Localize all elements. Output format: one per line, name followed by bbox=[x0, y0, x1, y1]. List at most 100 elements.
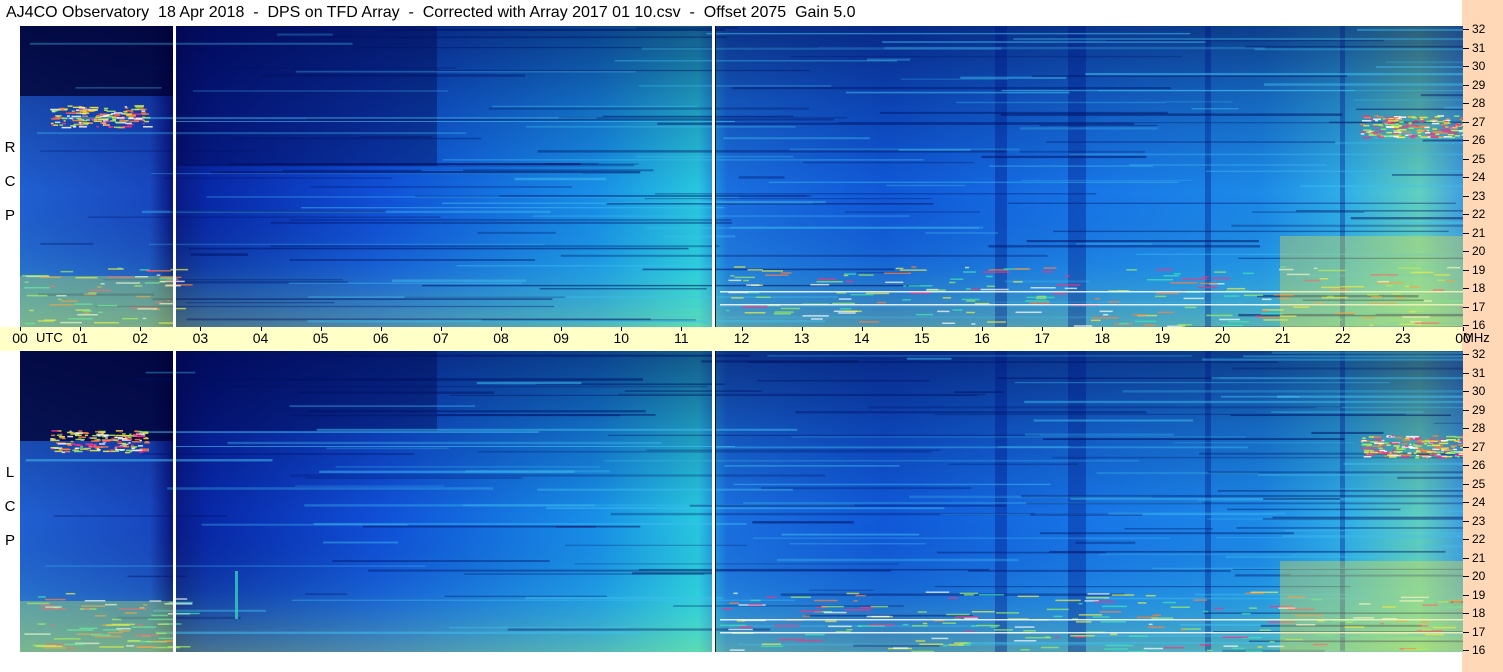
signal-speckle bbox=[1373, 118, 1382, 120]
time-tick-mark bbox=[260, 327, 262, 331]
texture-line bbox=[1281, 535, 1463, 537]
frequency-tick-label: 20 bbox=[1472, 569, 1486, 583]
texture-line bbox=[1024, 400, 1463, 404]
signal-speckle bbox=[1214, 607, 1224, 610]
signal-speckle bbox=[1380, 125, 1385, 128]
frequency-tick-mark bbox=[1463, 47, 1469, 49]
signal-speckle bbox=[982, 271, 1010, 273]
frequency-tick-mark bbox=[1463, 428, 1469, 429]
signal-speckle bbox=[1090, 319, 1101, 322]
signal-speckle bbox=[129, 450, 132, 453]
signal-speckle bbox=[980, 288, 1009, 291]
texture-line bbox=[803, 161, 974, 164]
signal-speckle bbox=[93, 443, 97, 446]
signal-speckle bbox=[1111, 594, 1135, 596]
signal-speckle bbox=[1432, 131, 1442, 133]
signal-speckle bbox=[952, 309, 963, 311]
texture-line bbox=[1026, 240, 1259, 243]
signal-speckle bbox=[1395, 448, 1405, 451]
signal-speckle bbox=[859, 321, 880, 323]
texture-line bbox=[1211, 377, 1463, 380]
signal-speckle bbox=[1388, 117, 1394, 120]
signal-speckle bbox=[1070, 635, 1095, 637]
signal-speckle bbox=[860, 606, 874, 609]
signal-speckle bbox=[1223, 645, 1239, 647]
signal-speckle bbox=[1401, 443, 1408, 445]
texture-line bbox=[1291, 554, 1463, 556]
signal-speckle bbox=[857, 625, 863, 628]
texture-line bbox=[853, 644, 940, 647]
time-tick-label: 10 bbox=[613, 330, 630, 346]
signal-speckle bbox=[97, 449, 101, 451]
time-tick-label: 11 bbox=[674, 330, 689, 346]
texture-line bbox=[845, 91, 1070, 94]
signal-speckle bbox=[1457, 438, 1460, 441]
signal-speckle bbox=[115, 434, 123, 437]
texture-line bbox=[715, 446, 1248, 449]
texture-line bbox=[231, 137, 482, 140]
signal-speckle bbox=[144, 442, 150, 444]
frequency-tick-mark bbox=[1463, 214, 1469, 215]
texture-line bbox=[1033, 419, 1193, 422]
signal-speckle bbox=[1393, 135, 1399, 138]
time-tick-label: 23 bbox=[1395, 330, 1411, 346]
signal-speckle bbox=[1368, 444, 1373, 446]
signal-speckle bbox=[1416, 454, 1420, 457]
signal-speckle bbox=[58, 435, 65, 438]
signal-speckle bbox=[1064, 275, 1071, 277]
signal-speckle bbox=[144, 120, 150, 123]
signal-speckle bbox=[844, 609, 871, 611]
signal-speckle bbox=[142, 122, 145, 125]
texture-line bbox=[1225, 555, 1376, 559]
polarization-letter: L bbox=[5, 464, 15, 481]
time-tick-mark bbox=[440, 327, 442, 331]
time-tick-label: 16 bbox=[974, 330, 990, 346]
texture-line bbox=[1425, 532, 1463, 535]
signal-speckle bbox=[122, 443, 129, 446]
signal-speckle bbox=[1446, 118, 1450, 120]
signal-speckle bbox=[1151, 617, 1174, 619]
signal-speckle bbox=[72, 106, 82, 109]
signal-speckle bbox=[750, 599, 761, 602]
signal-speckle bbox=[1440, 439, 1449, 442]
texture-line bbox=[45, 565, 426, 567]
texture-line bbox=[306, 118, 834, 121]
signal-speckle bbox=[139, 108, 147, 111]
signal-speckle bbox=[1405, 435, 1413, 438]
signal-speckle bbox=[958, 642, 971, 644]
signal-speckle bbox=[1391, 435, 1395, 437]
signal-speckle bbox=[790, 596, 811, 598]
signal-speckle bbox=[1450, 451, 1458, 453]
signal-speckle bbox=[1409, 447, 1419, 449]
signal-speckle bbox=[1389, 442, 1400, 445]
time-tick-mark bbox=[1342, 327, 1344, 331]
signal-speckle bbox=[1439, 442, 1449, 445]
signal-speckle bbox=[134, 105, 145, 107]
warm-region bbox=[1280, 561, 1463, 652]
signal-speckle bbox=[1110, 633, 1118, 636]
signal-speckle bbox=[832, 302, 855, 305]
frequency-tick-label: 19 bbox=[1472, 262, 1486, 277]
texture-line bbox=[270, 221, 732, 225]
signal-speckle bbox=[130, 111, 134, 113]
frequency-tick-label: 27 bbox=[1472, 114, 1486, 129]
texture-line bbox=[1230, 414, 1451, 417]
signal-speckle bbox=[1461, 134, 1463, 136]
signal-speckle bbox=[1126, 269, 1137, 271]
signal-speckle bbox=[86, 449, 90, 452]
frequency-tick-label: 20 bbox=[1472, 244, 1486, 258]
signal-speckle bbox=[1447, 133, 1454, 136]
texture-line bbox=[1420, 94, 1463, 97]
texture-line bbox=[53, 515, 227, 517]
signal-speckle bbox=[93, 118, 98, 120]
signal-speckle bbox=[1389, 451, 1393, 453]
frequency-tick-mark bbox=[1463, 140, 1469, 141]
signal-speckle bbox=[743, 279, 750, 282]
frequency-tick-mark bbox=[1463, 502, 1469, 503]
signal-speckle bbox=[942, 297, 952, 299]
time-tick-mark bbox=[501, 327, 502, 331]
signal-speckle bbox=[942, 622, 957, 624]
texture-line bbox=[422, 284, 921, 287]
signal-speckle bbox=[74, 447, 80, 450]
signal-speckle bbox=[131, 440, 142, 443]
